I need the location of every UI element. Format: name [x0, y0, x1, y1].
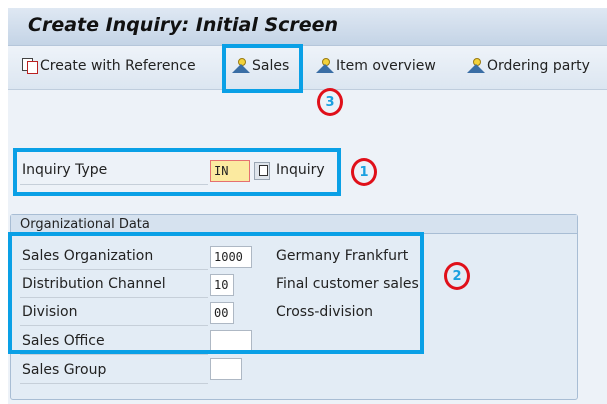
create-with-reference-button[interactable]: Create with Reference	[22, 58, 196, 74]
page-title: Create Inquiry: Initial Screen	[28, 14, 339, 36]
sales-group-input[interactable]	[210, 358, 242, 380]
title-bar: Create Inquiry: Initial Screen	[8, 8, 607, 46]
person-icon	[467, 58, 485, 74]
label-underline	[20, 354, 208, 355]
item-overview-button[interactable]: Item overview	[316, 58, 436, 74]
highlight-box-sales	[222, 44, 303, 93]
annotation-marker-3: 3	[317, 88, 343, 116]
item-overview-label: Item overview	[336, 58, 436, 74]
ordering-party-button[interactable]: Ordering party	[467, 58, 590, 74]
ordering-party-label: Ordering party	[487, 58, 590, 74]
sales-group-label: Sales Group	[22, 362, 107, 378]
application-toolbar: Create with Reference Sales Item overvie…	[8, 46, 607, 90]
label-underline	[20, 383, 208, 384]
highlight-box-inquiry-type	[13, 148, 341, 196]
annotation-marker-1: 1	[351, 158, 377, 186]
annotation-marker-2: 2	[444, 262, 470, 290]
person-icon	[316, 58, 334, 74]
copy-document-icon	[22, 58, 38, 74]
highlight-box-org-data	[8, 232, 424, 354]
create-with-reference-label: Create with Reference	[40, 58, 196, 74]
